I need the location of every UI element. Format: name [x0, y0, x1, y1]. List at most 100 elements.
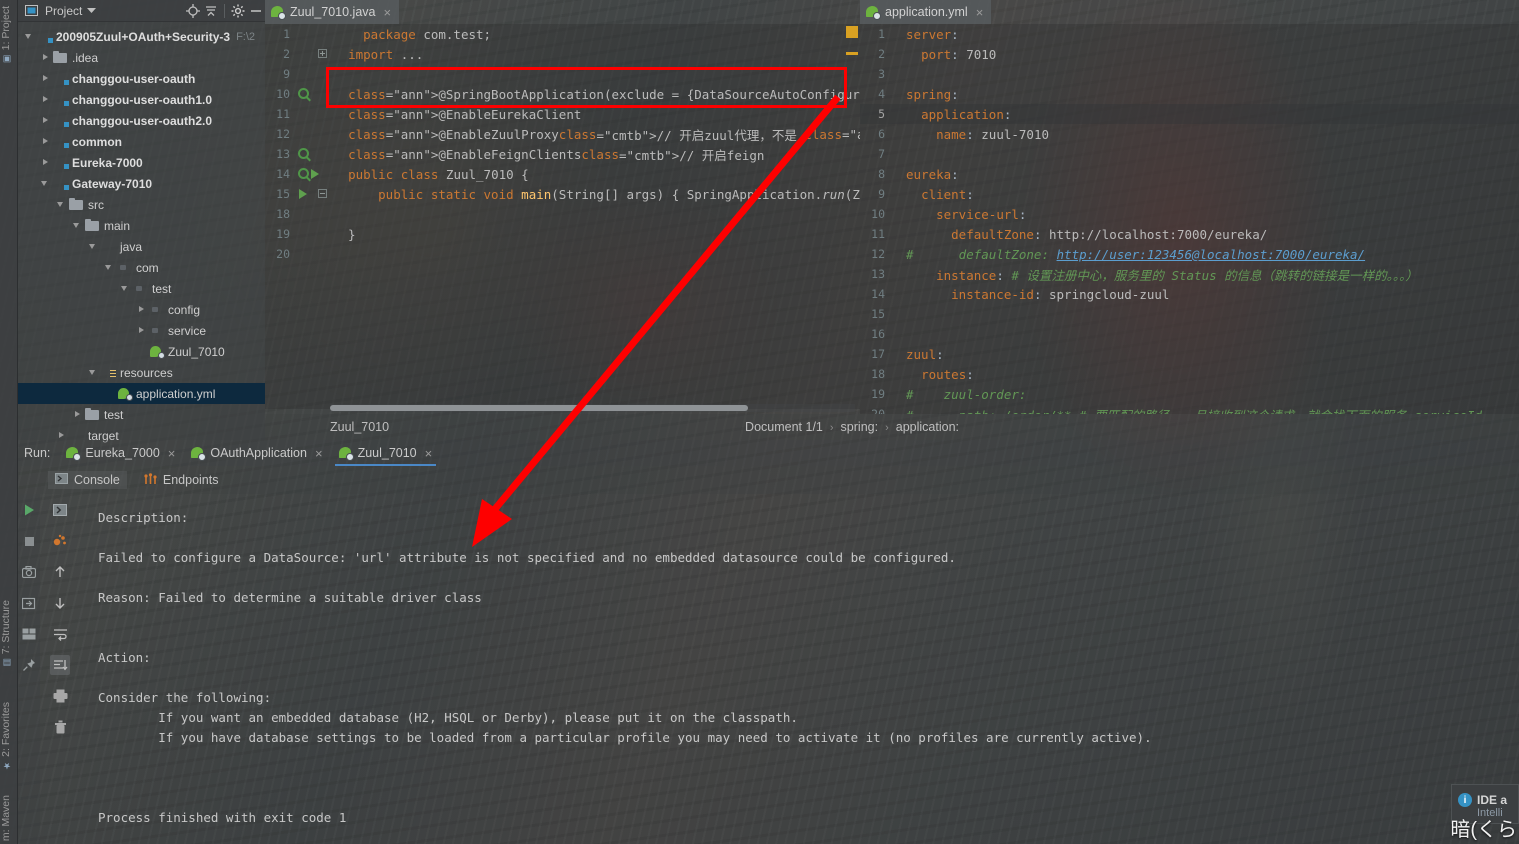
breadcrumb-item[interactable]: spring: — [841, 420, 879, 434]
tree-node-main[interactable]: main — [18, 215, 265, 236]
fold-marker[interactable] — [890, 324, 904, 344]
fold-marker[interactable] — [890, 284, 904, 304]
fold-marker[interactable] — [890, 124, 904, 144]
tree-node-zuul-7010[interactable]: Zuul_7010 — [18, 341, 265, 362]
breadcrumb[interactable]: Document 1/1 › spring: › application: — [745, 420, 1519, 434]
tree-expand-arrow-icon[interactable] — [40, 136, 51, 147]
gear-icon[interactable] — [229, 2, 247, 20]
editor-tab-application-yml[interactable]: application.yml × — [860, 0, 992, 24]
fold-marker[interactable] — [890, 144, 904, 164]
gutter-marks[interactable] — [295, 84, 317, 104]
close-icon[interactable]: × — [168, 446, 176, 461]
spring-bean-gutter-icon[interactable] — [298, 168, 309, 179]
tree-expand-arrow-icon[interactable] — [136, 304, 147, 315]
tab-console[interactable]: Console — [48, 471, 127, 489]
fold-marker[interactable] — [317, 224, 331, 244]
stop-icon[interactable] — [19, 531, 39, 551]
fold-marker[interactable] — [317, 84, 331, 104]
minimize-icon[interactable] — [247, 2, 265, 20]
collapse-all-icon[interactable] — [202, 2, 220, 20]
gutter-marks[interactable] — [295, 64, 317, 84]
tree-node-200905zuul-oauth-security-3[interactable]: 200905Zuul+OAuth+Security-3 F:\2 — [18, 26, 265, 47]
fold-marker[interactable] — [890, 244, 904, 264]
fold-marker[interactable] — [890, 264, 904, 284]
spring-bean-gutter-icon[interactable] — [298, 148, 309, 159]
rerun-icon[interactable] — [19, 593, 39, 613]
tree-expand-arrow-icon[interactable] — [56, 199, 67, 210]
tree-expand-arrow-icon[interactable] — [136, 325, 147, 336]
pin-icon[interactable] — [19, 655, 39, 675]
tree-expand-arrow-icon[interactable] — [88, 367, 99, 378]
tree-node-com[interactable]: com — [18, 257, 265, 278]
fold-marker[interactable] — [890, 364, 904, 384]
tree-node-test[interactable]: test — [18, 278, 265, 299]
run-configuration-tabs[interactable]: Eureka_7000 × OAuthApplication × Zuul_7010 × — [58, 440, 440, 466]
tree-expand-arrow-icon[interactable] — [120, 283, 131, 294]
editor-tab-zuul-java[interactable]: Zuul_7010.java × — [265, 0, 400, 24]
strip-tab-structure[interactable]: ▤ 7: Structure — [0, 598, 18, 669]
strip-tab-maven[interactable]: ◎ m: Maven — [0, 793, 18, 844]
gutter-marks[interactable] — [295, 244, 317, 264]
tree-expand-arrow-icon[interactable] — [88, 241, 99, 252]
breadcrumb-item[interactable]: application: — [896, 420, 959, 434]
strip-tab-favorites[interactable]: ★ 2: Favorites — [0, 700, 18, 772]
fold-marker[interactable] — [890, 204, 904, 224]
gutter-marks[interactable] — [295, 44, 317, 64]
tree-expand-arrow-icon[interactable] — [40, 94, 51, 105]
tree-node-eureka-7000[interactable]: Eureka-7000 — [18, 152, 265, 173]
tree-node-changgou-user-oauth1-0[interactable]: changgou-user-oauth1.0 — [18, 89, 265, 110]
tree-expand-arrow-icon[interactable] — [40, 52, 51, 63]
editor-horizontal-scrollbar[interactable] — [330, 404, 855, 412]
project-tree[interactable]: 200905Zuul+OAuth+Security-3 F:\2 .idea chan… — [18, 22, 265, 446]
gutter-marks[interactable] — [295, 224, 317, 244]
tree-node-service[interactable]: service — [18, 320, 265, 341]
fold-marker[interactable] — [890, 384, 904, 404]
run-tab-eureka-7000[interactable]: Eureka_7000 × — [58, 440, 183, 466]
tree-node--idea[interactable]: .idea — [18, 47, 265, 68]
gutter-marks[interactable] — [295, 24, 317, 44]
gutter-marks[interactable] — [295, 124, 317, 144]
tree-expand-arrow-icon[interactable] — [40, 178, 51, 189]
fold-marker[interactable] — [317, 144, 331, 164]
strip-tab-project[interactable]: ▣ 1: Project — [0, 4, 18, 65]
layout-icon[interactable] — [19, 624, 39, 644]
fold-marker[interactable] — [317, 64, 331, 84]
fold-marker[interactable] — [317, 124, 331, 144]
tree-node-java[interactable]: java — [18, 236, 265, 257]
locate-icon[interactable] — [184, 2, 202, 20]
fold-marker[interactable] — [890, 344, 904, 364]
run-tab-zuul-7010[interactable]: Zuul_7010 × — [331, 440, 441, 466]
tree-node-changgou-user-oauth2-0[interactable]: changgou-user-oauth2.0 — [18, 110, 265, 131]
fold-marker[interactable] — [317, 24, 331, 44]
camera-icon[interactable] — [19, 562, 39, 582]
tab-endpoints[interactable]: Endpoints — [137, 471, 226, 490]
tree-expand-arrow-icon[interactable] — [72, 220, 83, 231]
fold-marker[interactable] — [317, 204, 331, 224]
tree-expand-arrow-icon[interactable] — [40, 115, 51, 126]
fold-marker[interactable] — [890, 304, 904, 324]
fold-marker[interactable] — [890, 224, 904, 244]
tree-node-application-yml[interactable]: application.yml — [18, 383, 265, 404]
close-icon[interactable]: × — [976, 5, 984, 20]
scrollbar-thumb[interactable] — [330, 405, 748, 411]
breadcrumb-item[interactable]: Document 1/1 — [745, 420, 823, 434]
fold-marker[interactable] — [317, 104, 331, 124]
tree-expand-arrow-icon[interactable] — [24, 31, 35, 42]
fold-marker[interactable] — [890, 184, 904, 204]
tree-node-changgou-user-oauth[interactable]: changgou-user-oauth — [18, 68, 265, 89]
tree-node-resources[interactable]: resources — [18, 362, 265, 383]
tree-expand-arrow-icon[interactable] — [40, 73, 51, 84]
tree-node-config[interactable]: config — [18, 299, 265, 320]
fold-marker[interactable] — [890, 64, 904, 84]
gutter-marks[interactable] — [295, 184, 317, 204]
fold-marker[interactable] — [317, 184, 331, 204]
tree-node-gateway-7010[interactable]: Gateway-7010 — [18, 173, 265, 194]
run-icon[interactable] — [19, 500, 39, 520]
gutter-marks[interactable] — [295, 164, 319, 184]
fold-marker[interactable] — [890, 104, 904, 124]
close-icon[interactable]: × — [315, 446, 323, 461]
tree-node-src[interactable]: src — [18, 194, 265, 215]
code-content-yml[interactable]: 1 server: 2 port: 7010 3 4 spring: 5 applicati… — [860, 24, 1519, 414]
spring-bean-gutter-icon[interactable] — [298, 88, 309, 99]
close-icon[interactable]: × — [383, 5, 391, 20]
